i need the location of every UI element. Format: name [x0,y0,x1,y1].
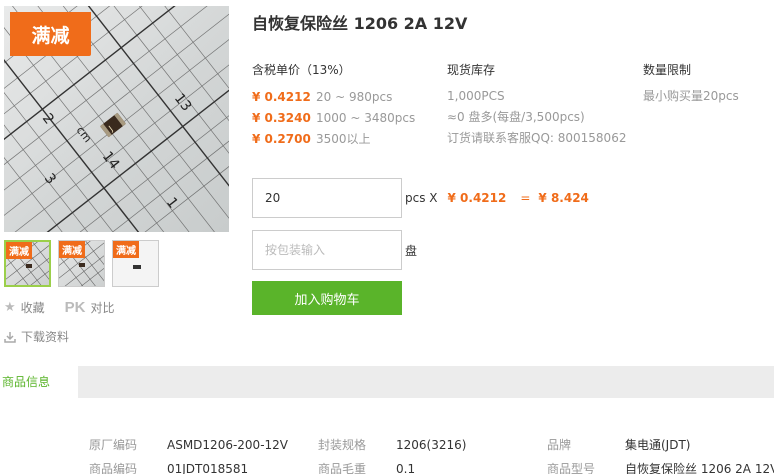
quantity-input[interactable] [252,178,402,218]
thumb-promo-tag: 满减 [113,241,139,258]
spec-column: 封装规格 1206(3216) 商品毛重 0.1 [318,433,466,474]
compare-button[interactable]: PK 对比 [65,299,115,316]
spec-value: 01JDT018581 [167,462,249,474]
ruler-number: 13 [171,91,195,115]
price-tiers: ¥ 0.4212 20 ~ 980pcs ¥ 0.3240 1000 ~ 348… [252,86,415,149]
spec-row: 原厂编码 ASMD1206-200-12V [89,433,288,457]
product-title: 自恢复保险丝 1206 2A 12V [252,14,468,33]
spec-key: 商品毛重 [318,462,367,474]
ruler-number: 1 [163,195,181,212]
spec-value: 0.1 [396,462,416,474]
ruler-unit: cm [74,124,95,145]
tab-bar: 商品信息 [0,366,774,398]
download-button[interactable]: 下载资料 [4,328,115,345]
tab-product-info[interactable]: 商品信息 [0,366,78,398]
tier-price: ¥ 0.2700 [252,131,311,146]
package-input[interactable] [252,230,402,270]
thumbnail[interactable]: 满减 [4,240,51,287]
spec-column: 品牌 集电通(JDT) 商品型号 自恢复保险丝 1206 2A 12V [547,433,774,474]
spec-value: 集电通(JDT) [625,438,691,452]
price-tier: ¥ 0.3240 1000 ~ 3480pcs [252,107,415,128]
spec-value: 自恢复保险丝 1206 2A 12V [625,462,774,474]
pk-icon: PK [64,299,86,316]
thumbnail-strip: 满减 满减 满减 [4,240,159,287]
star-icon: ★ [4,300,16,315]
spec-key: 封装规格 [318,438,367,452]
spec-row: 商品型号 自恢复保险丝 1206 2A 12V [547,457,774,474]
spec-key: 原厂编码 [89,438,138,452]
spec-key: 品牌 [547,438,572,452]
tier-price: ¥ 0.4212 [252,89,311,104]
stock-quantity: 1,000PCS [447,89,505,103]
tier-range: 1000 ~ 3480pcs [316,110,416,125]
favorite-label: 收藏 [20,301,45,315]
promo-tag: 满减 [10,12,91,56]
equals-sign: = [520,191,531,205]
quantity-unit: pcs X [405,191,438,205]
limit-header: 数量限制 [643,63,692,77]
compare-label: 对比 [90,301,115,315]
quantity-unit-price: ¥ 0.4212 [447,191,507,205]
spec-row: 商品编码 01JDT018581 [89,457,288,474]
quantity-total: ¥ 8.424 [538,191,589,205]
stock-header: 现货库存 [447,63,496,77]
price-tier: ¥ 0.4212 20 ~ 980pcs [252,86,415,107]
favorite-button[interactable]: ★ 收藏 [4,299,45,316]
price-tier: ¥ 0.2700 3500以上 [252,128,415,149]
thumb-promo-tag: 满减 [59,241,85,258]
tier-range: 3500以上 [316,132,371,146]
thumbnail[interactable]: 满减 [112,240,159,287]
ruler-number: 3 [41,171,59,188]
actions: ★ 收藏 PK 对比 下载资料 [4,299,115,345]
download-icon [4,331,16,343]
download-label: 下载资料 [21,330,70,344]
price-header: 含税单价（13%） [252,63,351,77]
spec-key: 商品型号 [547,462,596,474]
fuse-component: J [100,112,126,138]
ruler-number: 14 [99,149,123,173]
spec-row: 品牌 集电通(JDT) [547,433,774,457]
spec-key: 商品编码 [89,462,138,474]
stock-info: 1,000PCS ≈0 盘多(每盘/3,500pcs) 订货请联系客服QQ: 8… [447,86,626,149]
tier-price: ¥ 0.3240 [252,110,311,125]
tier-range: 20 ~ 980pcs [316,89,393,104]
package-unit: 盘 [405,243,418,258]
thumbnail[interactable]: 满减 [58,240,105,287]
add-to-cart-button[interactable]: 加入购物车 [252,281,402,315]
thumb-promo-tag: 满减 [6,242,32,259]
stock-reels: ≈0 盘多(每盘/3,500pcs) [447,110,585,124]
spec-column: 原厂编码 ASMD1206-200-12V 商品编码 01JDT018581 [89,433,288,474]
spec-row: 商品毛重 0.1 [318,457,466,474]
stock-contact: 订货请联系客服QQ: 800158062 [447,131,627,145]
quantity-row: pcs X ¥ 0.4212 = ¥ 8.424 [252,178,589,218]
spec-value: 1206(3216) [396,438,467,452]
min-purchase: 最小购买量20pcs [643,89,739,103]
spec-row: 封装规格 1206(3216) [318,433,466,457]
spec-value: ASMD1206-200-12V [167,438,289,452]
product-main-image[interactable]: 2 13 14 1 3 cm J 满减 [4,6,229,232]
package-row: 盘 [252,230,417,270]
